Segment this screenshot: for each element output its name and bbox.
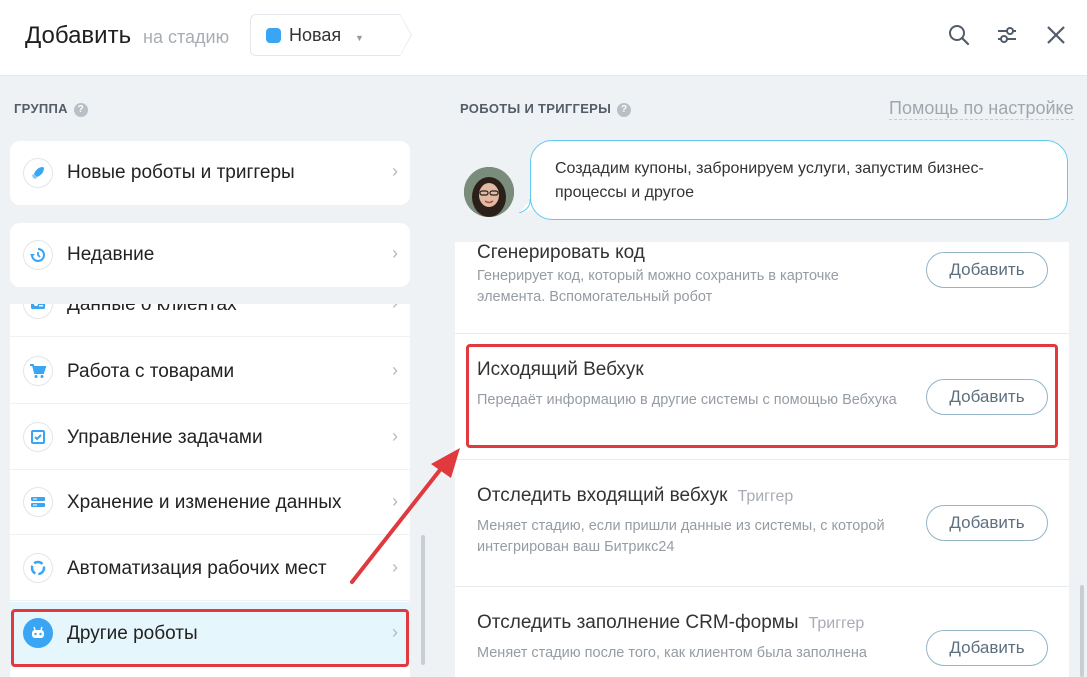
stage-label: Новая [289, 25, 342, 45]
add-button[interactable]: Добавить [926, 379, 1048, 415]
add-button[interactable]: Добавить [926, 252, 1048, 288]
robot-item-outgoing-webhook: Исходящий Вебхук Передаёт информацию в д… [455, 334, 1069, 460]
contact-card-icon [23, 304, 53, 319]
group-item-label: Хранение и изменение данных [67, 492, 342, 513]
chevron-down-icon: ▼ [355, 33, 364, 43]
automation-icon [23, 553, 53, 583]
robot-description: Меняет стадию, если пришли данные из сис… [477, 518, 885, 555]
header: Добавить на стадию Новая ▼ [0, 0, 1087, 76]
rocket-icon [23, 158, 53, 188]
robot-item: Сгенерировать код Генерирует код, которы… [455, 242, 1069, 334]
close-icon[interactable] [1043, 22, 1069, 48]
group-item-label: Данные о клиентах [67, 304, 237, 315]
group-item-label: Другие роботы [67, 623, 198, 644]
history-icon [23, 240, 53, 270]
group-list[interactable]: Данные о клиентах › Работа с товарами › … [10, 304, 410, 677]
chevron-right-icon: › [392, 557, 398, 577]
robot-title: Исходящий Вебхук [477, 359, 644, 381]
group-item-recent[interactable]: Недавние › [10, 223, 410, 287]
settings-sliders-icon[interactable] [994, 22, 1020, 48]
assistant-bubble: Создадим купоны, забронируем услуги, зап… [530, 140, 1068, 220]
robot-list[interactable]: Сгенерировать код Генерирует код, которы… [455, 242, 1069, 677]
group-title-text: ГРУППА [14, 101, 68, 116]
help-icon[interactable]: ? [73, 103, 88, 117]
group-item-tasks[interactable]: Управление задачами › [10, 405, 410, 470]
robot-title-text: Отследить заполнение CRM-формы [477, 612, 799, 633]
add-button[interactable]: Добавить [926, 630, 1048, 666]
add-button[interactable]: Добавить [926, 505, 1048, 541]
help-icon[interactable]: ? [617, 103, 632, 117]
robot-icon [23, 618, 53, 648]
chevron-right-icon: › [392, 360, 398, 380]
page-subtitle: на стадию [143, 27, 230, 47]
robot-description: Передаёт информацию в другие системы с п… [477, 392, 897, 408]
group-item-automation[interactable]: Автоматизация рабочих мест › [10, 536, 410, 601]
setup-help-link[interactable]: Помощь по настройке [889, 97, 1074, 120]
robot-description: Меняет стадию после того, как клиентом б… [477, 645, 867, 661]
group-item-storage[interactable]: Хранение и изменение данных › [10, 470, 410, 535]
robot-title-text: Сгенерировать код [477, 242, 645, 263]
stage-color-dot [266, 28, 281, 43]
chevron-right-icon: › [392, 426, 398, 446]
robots-section-title: РОБОТЫ И ТРИГГЕРЫ? [460, 101, 632, 117]
robot-title-text: Отследить входящий вебхук [477, 485, 728, 506]
search-icon[interactable] [946, 22, 972, 48]
robot-item-incoming-webhook: Отследить входящий вебхук Триггер Меняет … [455, 460, 1069, 587]
storage-icon [23, 487, 53, 517]
robot-title: Отследить заполнение CRM-формы Триггер [477, 612, 864, 634]
group-item-other-robots[interactable]: Другие роботы › [10, 602, 410, 667]
group-item-label: Автоматизация рабочих мест [67, 558, 327, 579]
group-item-label: Новые роботы и триггеры [67, 162, 295, 183]
group-item-label: Работа с товарами [67, 361, 235, 382]
group-item-products[interactable]: Работа с товарами › [10, 339, 410, 404]
robots-panel: РОБОТЫ И ТРИГГЕРЫ? Помощь по настройке С… [437, 77, 1087, 677]
group-item-label: Недавние [67, 244, 155, 265]
left-scrollbar[interactable] [421, 535, 425, 665]
robot-title-text: Исходящий Вебхук [477, 359, 644, 380]
stage-select[interactable]: Новая ▼ [250, 14, 412, 56]
chevron-right-icon: › [392, 304, 398, 314]
group-item-new-robots[interactable]: Новые роботы и триггеры › [10, 141, 410, 205]
robot-title: Отследить входящий вебхук Триггер [477, 485, 793, 507]
group-item-label: Управление задачами [67, 427, 263, 448]
trigger-tag: Триггер [808, 615, 865, 632]
chevron-right-icon: › [392, 161, 398, 181]
chevron-right-icon: › [392, 243, 398, 263]
robot-title: Сгенерировать код [477, 242, 645, 264]
robot-item-crm-form: Отследить заполнение CRM-формы Триггер Ме… [455, 587, 1069, 677]
group-section-title: ГРУППА? [14, 101, 88, 117]
trigger-tag: Триггер [737, 488, 794, 505]
avatar [464, 167, 514, 217]
chevron-right-icon: › [392, 491, 398, 511]
chevron-right-icon: › [392, 622, 398, 642]
page-title: Добавить [25, 22, 132, 49]
robot-description: Генерирует код, который можно сохранить … [477, 268, 839, 305]
task-check-icon [23, 422, 53, 452]
robots-title-text: РОБОТЫ И ТРИГГЕРЫ [460, 101, 612, 116]
cart-icon [23, 356, 53, 386]
group-item-clients[interactable]: Данные о клиентах › [10, 304, 410, 337]
right-scrollbar[interactable] [1080, 585, 1084, 677]
